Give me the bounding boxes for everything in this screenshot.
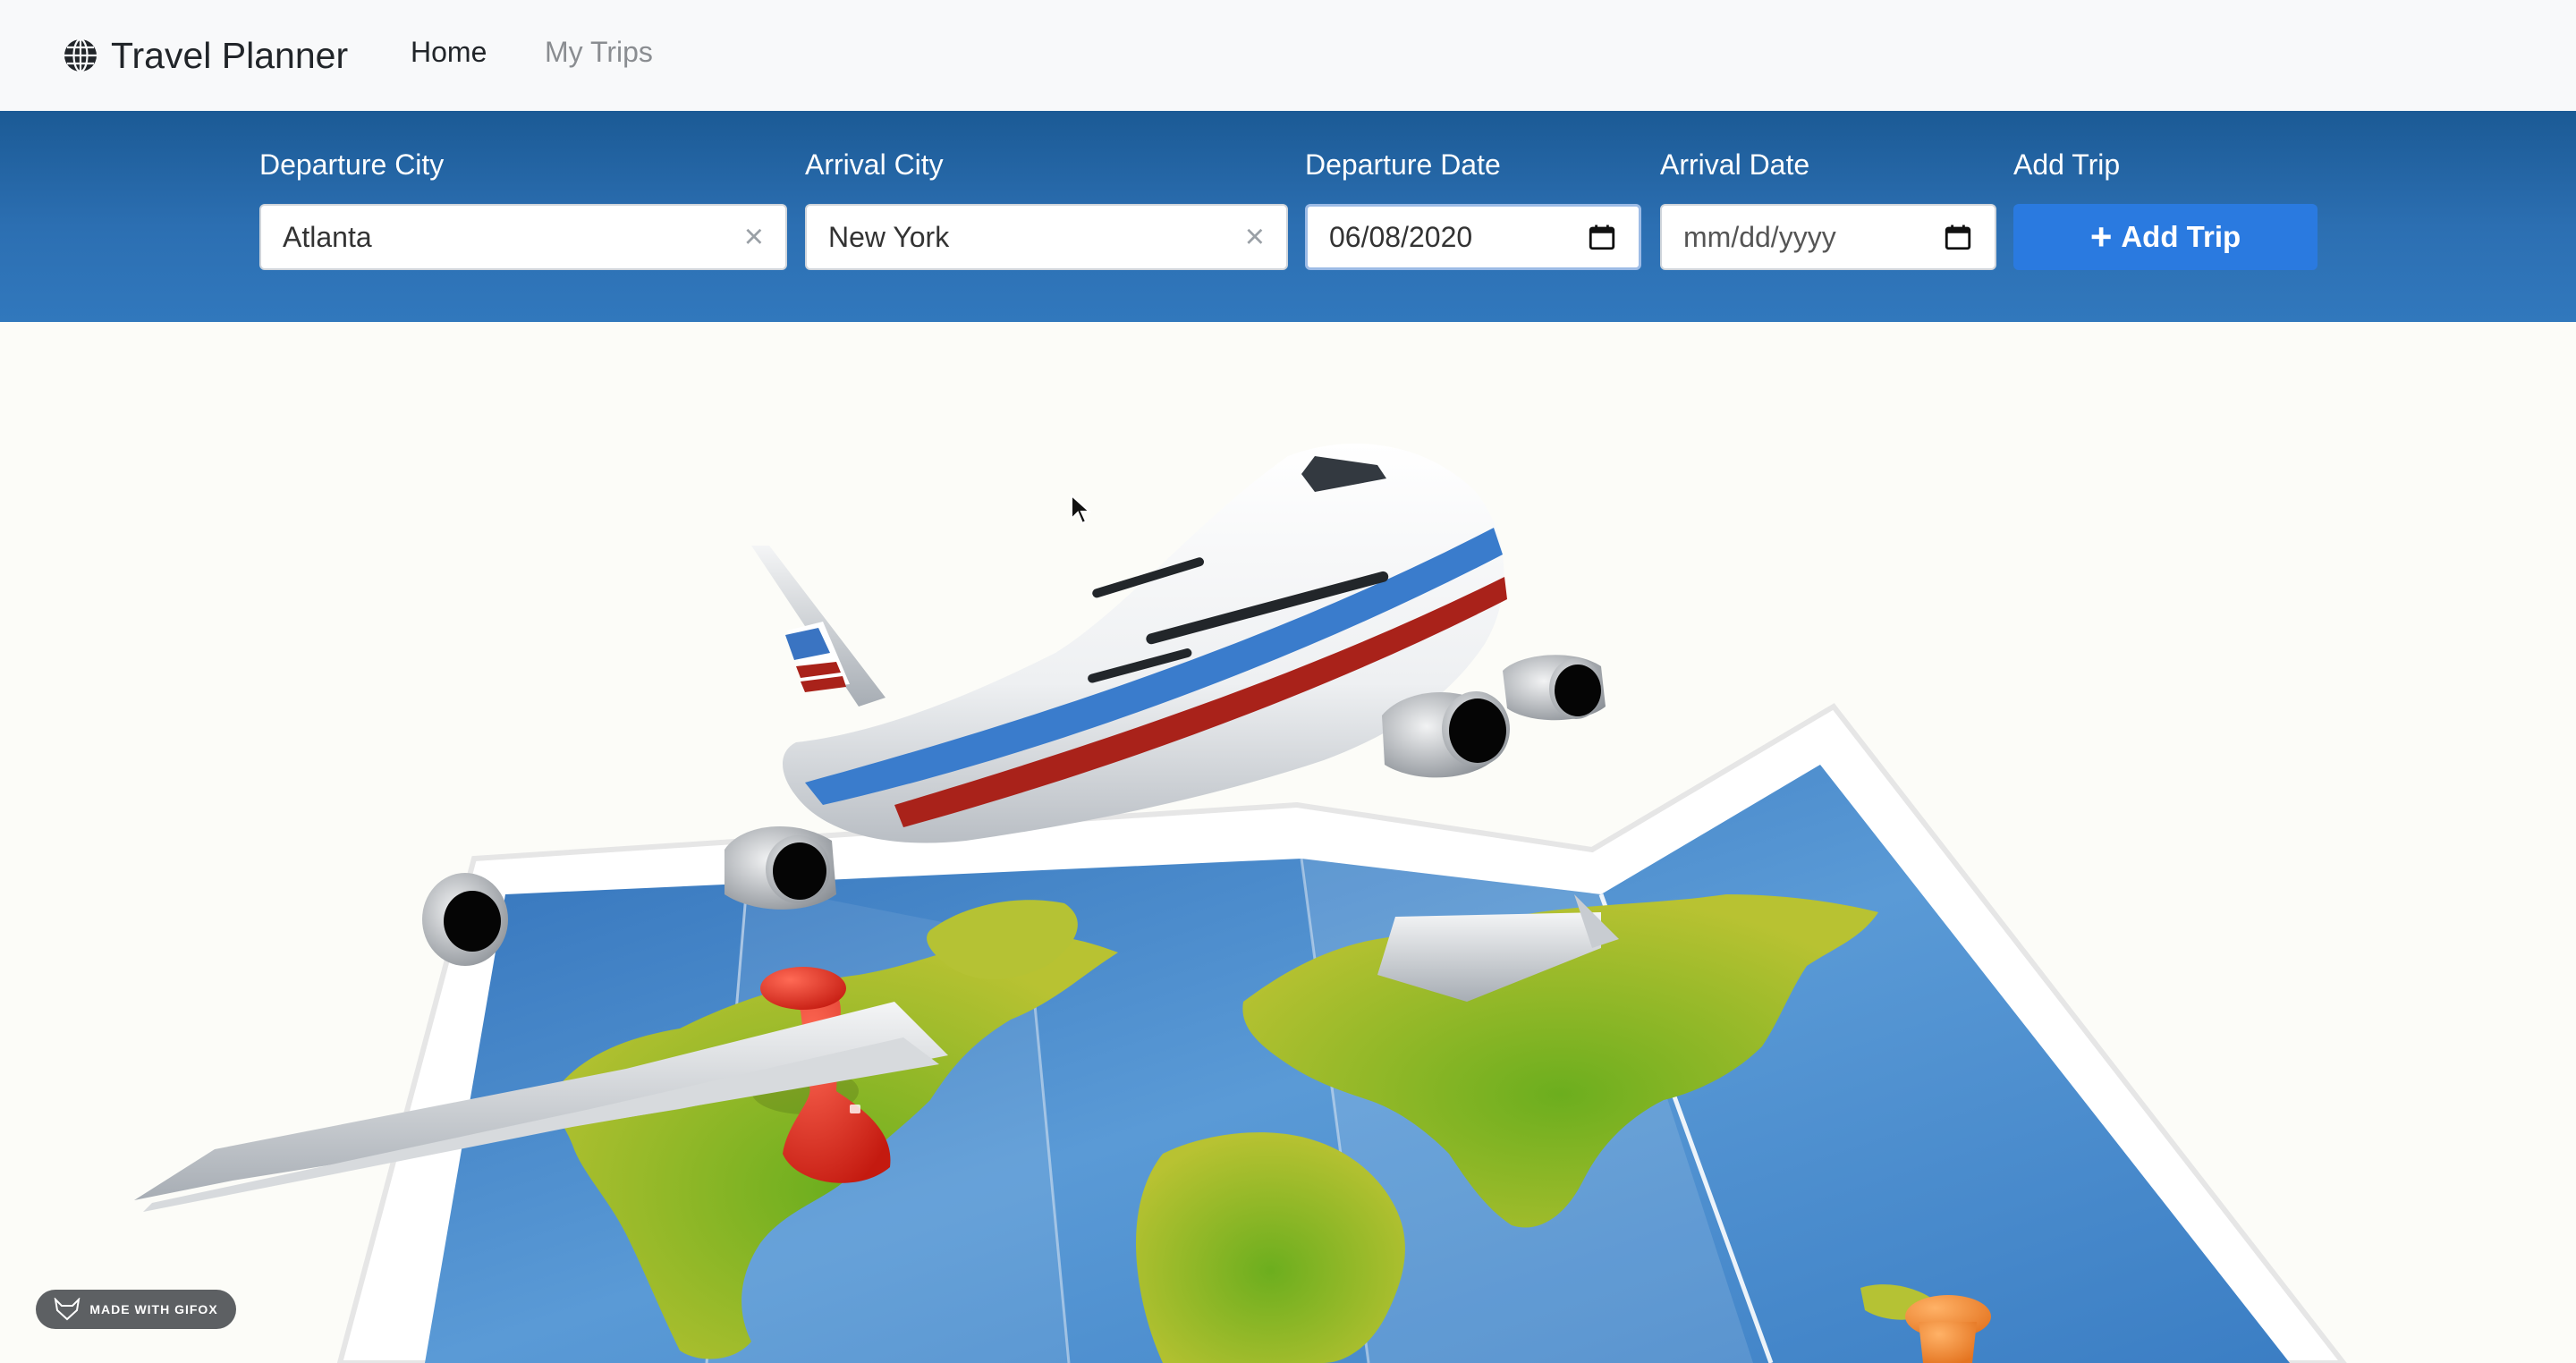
- mouse-cursor-icon: [1071, 494, 1091, 525]
- arrival-city-value: New York: [828, 220, 950, 253]
- add-trip-button[interactable]: + Add Trip: [2013, 204, 2318, 270]
- arrival-city-label: Arrival City: [805, 148, 944, 181]
- engine: [724, 825, 836, 910]
- calendar-icon[interactable]: [1943, 222, 1973, 252]
- fox-icon: [54, 1298, 80, 1321]
- engine: [1382, 691, 1510, 778]
- trip-form: Departure City Atlanta × Arrival City Ne…: [0, 111, 2576, 322]
- arrival-city-input[interactable]: New York ×: [805, 204, 1288, 270]
- engine: [1503, 655, 1606, 721]
- arrival-date-input[interactable]: mm/dd/yyyy: [1660, 204, 1996, 270]
- clear-arrival-city-icon[interactable]: ×: [1245, 220, 1265, 254]
- departure-date-input[interactable]: 06/08/2020: [1305, 204, 1641, 270]
- departure-city-value: Atlanta: [283, 220, 372, 253]
- add-trip-label: Add Trip: [2013, 148, 2121, 181]
- hero-illustration: [134, 443, 2347, 1363]
- departure-city-input[interactable]: Atlanta ×: [259, 204, 787, 270]
- brand-title: Travel Planner: [111, 34, 349, 76]
- engine: [422, 873, 508, 966]
- departure-date-value: 06/08/2020: [1329, 220, 1473, 253]
- made-with-gifox-badge: MADE WITH GIFOX: [36, 1290, 236, 1329]
- nav-my-trips-link[interactable]: My Trips: [545, 36, 653, 69]
- calendar-icon[interactable]: [1587, 222, 1617, 252]
- add-trip-button-label: Add Trip: [2121, 220, 2241, 253]
- plus-icon: +: [2089, 216, 2113, 258]
- navbar: Travel Planner Home My Trips: [0, 0, 2576, 112]
- world-map: [336, 703, 2347, 1363]
- departure-date-label: Departure Date: [1305, 148, 1501, 181]
- arrival-date-placeholder: mm/dd/yyyy: [1683, 220, 1836, 253]
- clear-departure-city-icon[interactable]: ×: [744, 220, 764, 254]
- globe-icon: [64, 38, 97, 73]
- nav-home-link[interactable]: Home: [411, 36, 487, 69]
- arrival-date-label: Arrival Date: [1660, 148, 1810, 181]
- departure-city-label: Departure City: [259, 148, 445, 181]
- badge-label: MADE WITH GIFOX: [89, 1302, 218, 1316]
- brand-link[interactable]: Travel Planner: [63, 30, 348, 80]
